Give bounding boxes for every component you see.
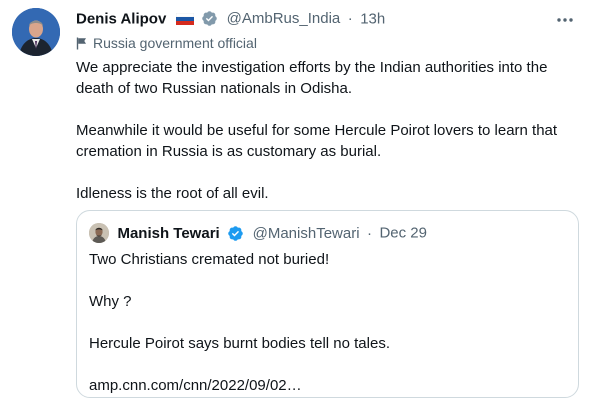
flag-outline-icon — [76, 37, 86, 50]
avatar-photo-icon — [12, 8, 60, 56]
quoted-author-avatar[interactable] — [89, 223, 109, 243]
government-label-text: Russia government official — [93, 35, 257, 51]
quoted-tweet-link[interactable]: amp.cnn.com/cnn/2022/09/02… — [89, 375, 564, 396]
quoted-tweet-timestamp[interactable]: Dec 29 — [379, 225, 427, 242]
tweet-paragraph: We appreciate the investigation efforts … — [76, 59, 552, 97]
quoted-tweet-text: Two Christians cremated not buried! Why … — [89, 249, 564, 417]
quoted-tweet-line: Hercule Poirot says burnt bodies tell no… — [89, 335, 390, 352]
quoted-author-name[interactable]: Manish Tewari — [117, 225, 219, 242]
quoted-avatar-photo-icon — [89, 223, 109, 243]
author-handle[interactable]: @AmbRus_India — [227, 10, 341, 27]
verified-badge-icon[interactable] — [201, 10, 218, 27]
quoted-tweet[interactable]: Manish Tewari @ManishTewari · Dec 29 Two… — [76, 210, 579, 398]
quoted-author-handle[interactable]: @ManishTewari — [253, 225, 360, 242]
tweet-text: We appreciate the investigation efforts … — [76, 57, 576, 204]
author-avatar[interactable] — [12, 8, 60, 56]
russia-flag-icon — [175, 12, 194, 25]
quoted-tweet-line: Why ? — [89, 293, 132, 310]
tweet-paragraph: Meanwhile it would be useful for some He… — [76, 122, 562, 160]
quoted-tweet-line: Two Christians cremated not buried! — [89, 251, 330, 268]
author-name[interactable]: Denis Alipov — [76, 10, 166, 27]
tweet-timestamp[interactable]: 13h — [360, 10, 385, 27]
tweet-paragraph: Idleness is the root of all evil. — [76, 185, 269, 202]
tweet-card[interactable]: Denis Alipov @AmbRus_India · 13h Russia … — [0, 0, 589, 402]
more-options-icon[interactable] — [555, 10, 575, 30]
separator-dot: · — [367, 224, 372, 242]
government-label[interactable]: Russia government official — [76, 35, 257, 51]
quoted-tweet-header: Manish Tewari @ManishTewari · Dec 29 — [89, 223, 427, 245]
verified-badge-icon[interactable] — [227, 225, 244, 242]
tweet-header: Denis Alipov @AmbRus_India · 13h — [76, 10, 577, 30]
separator-dot: · — [347, 10, 353, 28]
